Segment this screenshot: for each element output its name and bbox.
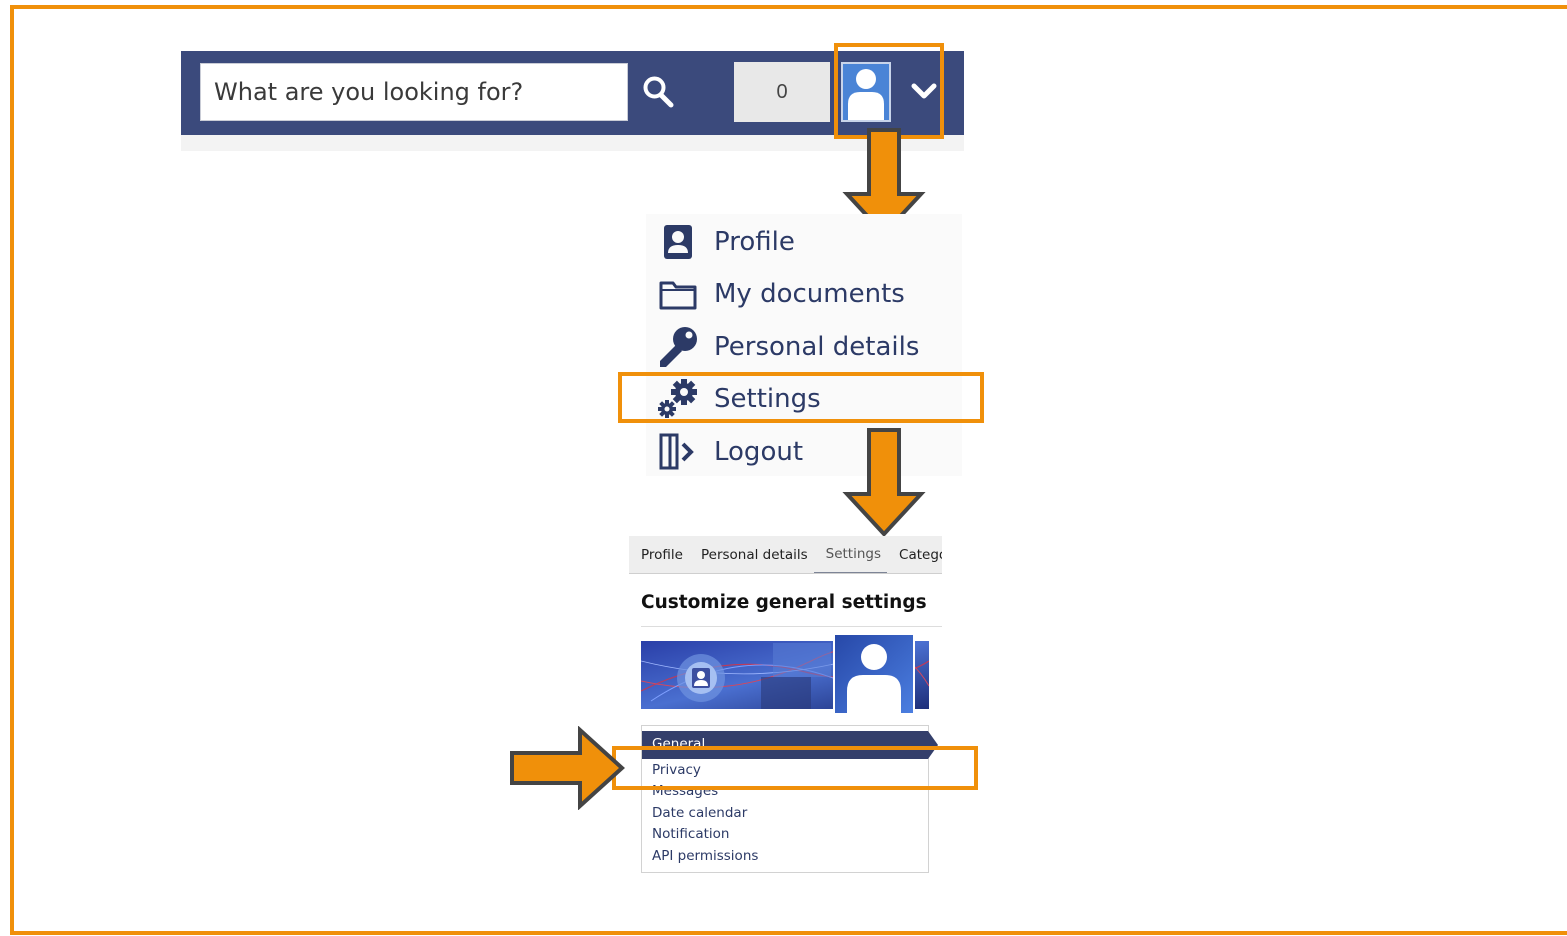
menu-item-profile[interactable]: Profile — [656, 220, 795, 264]
page-title: Customize general settings — [641, 592, 927, 613]
right-arrow — [510, 726, 625, 810]
menu-item-label: Profile — [714, 227, 795, 257]
tab-profile[interactable]: Profile — [629, 536, 689, 573]
profile-icon — [656, 220, 700, 264]
menu-item-my-documents[interactable]: My documents — [656, 272, 905, 316]
tab-settings[interactable]: Settings — [813, 536, 888, 573]
sidebar-item-notification[interactable]: Notification — [652, 826, 729, 842]
tab-categories[interactable]: Categor — [887, 536, 942, 573]
search-button[interactable] — [636, 68, 680, 116]
folder-icon — [656, 272, 700, 316]
sidebar-item-date-calendar[interactable]: Date calendar — [652, 805, 747, 821]
sidebar-label-general: General — [652, 736, 706, 752]
user-avatar-icon — [843, 64, 889, 120]
menu-item-label: Personal details — [714, 332, 920, 362]
logout-icon — [656, 430, 700, 474]
menu-item-personal-details[interactable]: Personal details — [656, 325, 919, 369]
menu-item-label: Settings — [714, 384, 821, 414]
notification-counter[interactable]: 0 — [734, 62, 830, 122]
gears-icon — [656, 377, 700, 421]
profile-picture[interactable] — [833, 633, 915, 715]
down-arrow-2 — [842, 428, 926, 537]
menu-item-logout[interactable]: Logout — [656, 430, 803, 474]
tab-personal-details[interactable]: Personal details — [689, 536, 814, 573]
sidebar-item-api-permissions[interactable]: API permissions — [652, 848, 758, 864]
user-menu-toggle[interactable] — [904, 74, 944, 108]
menu-item-label: My documents — [714, 279, 905, 309]
sidebar-item-messages[interactable]: Messages — [652, 783, 718, 799]
chevron-down-icon — [911, 83, 937, 99]
settings-tab-bar: Profile Personal details Settings Catego… — [629, 536, 942, 574]
title-divider — [641, 626, 942, 627]
key-icon — [656, 325, 700, 369]
search-input[interactable] — [200, 63, 628, 121]
menu-item-label: Logout — [714, 437, 804, 467]
active-item-pointer — [928, 731, 938, 759]
menu-item-settings[interactable]: Settings — [656, 377, 821, 421]
user-avatar-button[interactable] — [841, 62, 891, 122]
user-avatar-icon — [835, 635, 913, 713]
sidebar-item-privacy[interactable]: Privacy — [652, 762, 701, 778]
search-icon — [643, 76, 674, 108]
